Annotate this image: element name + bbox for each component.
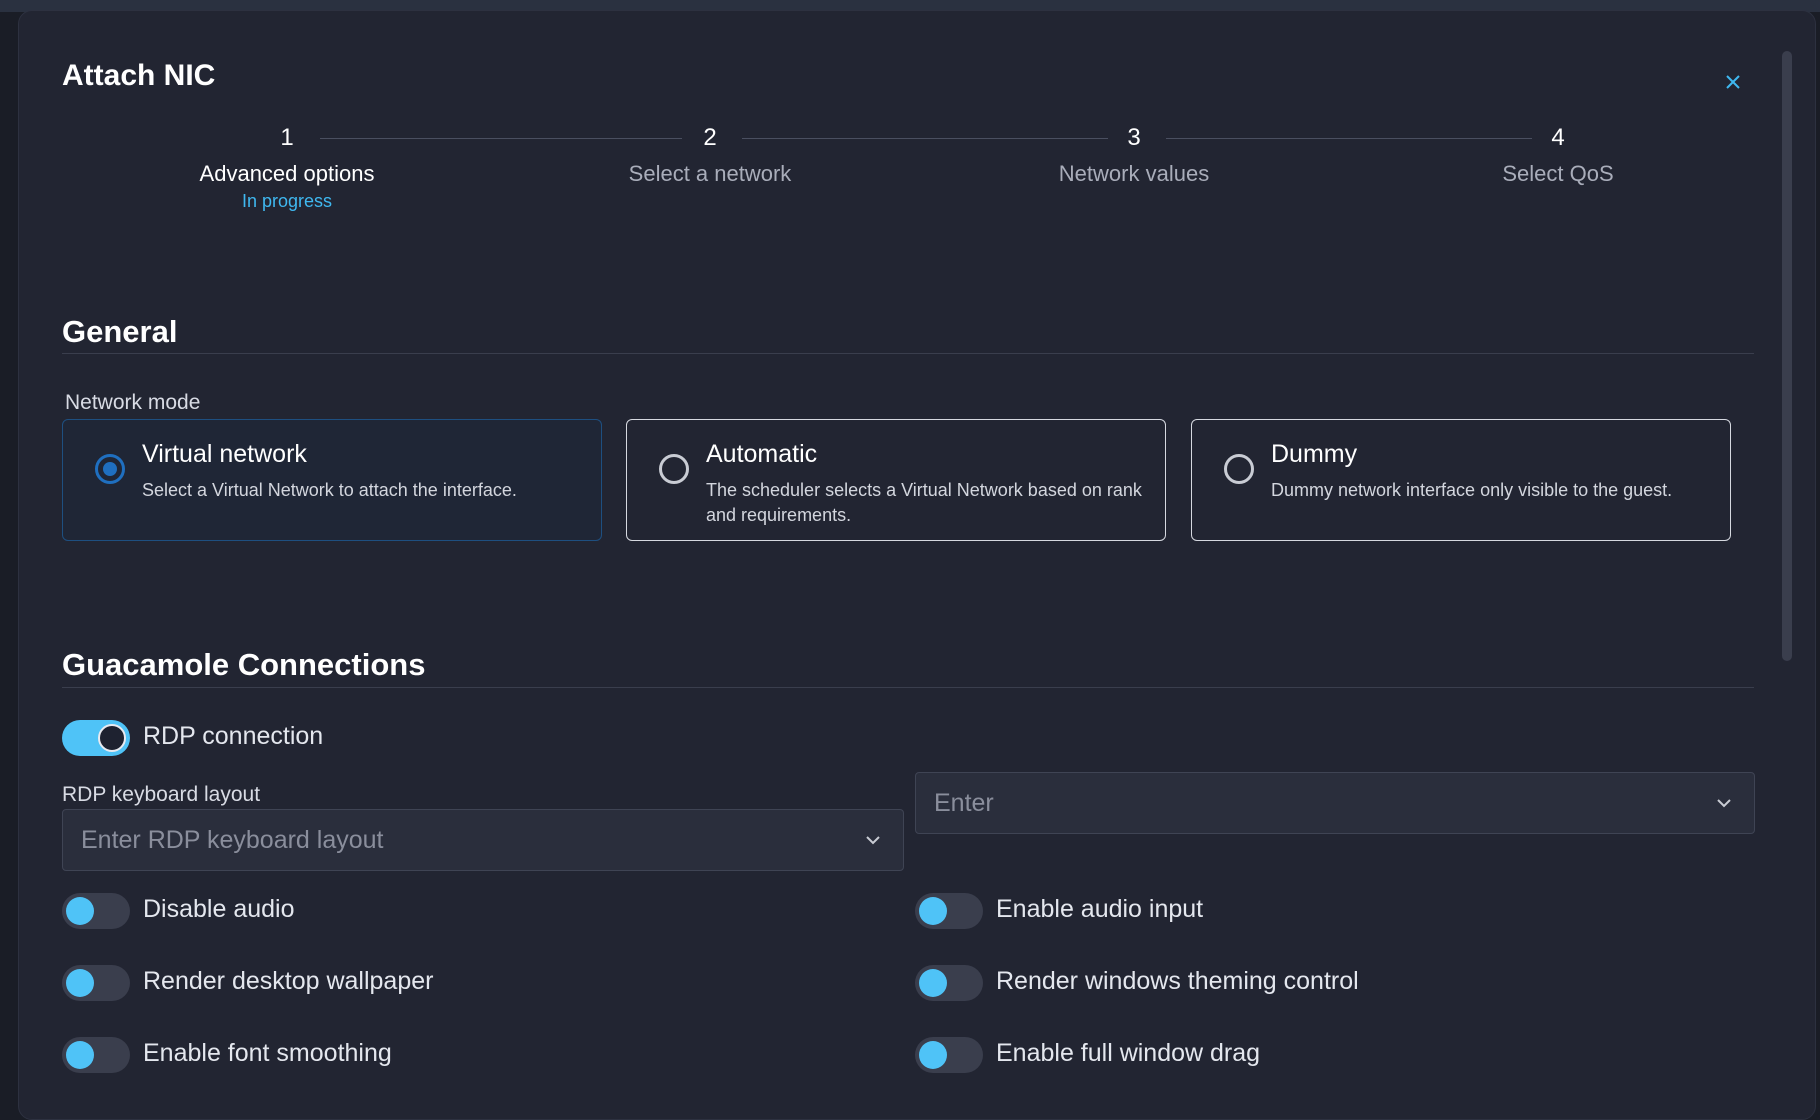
enable-font-smoothing-toggle[interactable] (62, 1037, 130, 1073)
render-windows-theming-toggle[interactable] (915, 965, 983, 1001)
attach-nic-dialog: Attach NIC 1 Advanced options In progres… (18, 10, 1816, 1120)
toggle-label: RDP connection (143, 722, 324, 750)
toggle-label: Enable font smoothing (143, 1039, 392, 1067)
radio-button[interactable] (659, 454, 689, 484)
step-number: 4 (1551, 124, 1565, 151)
close-icon[interactable] (1719, 71, 1747, 99)
mode-card-dummy[interactable]: Dummy Dummy network interface only visib… (1191, 419, 1731, 541)
step-advanced-options[interactable]: 1 Advanced options In progress (117, 123, 457, 212)
toggle-knob (66, 969, 94, 997)
toggle-knob (919, 897, 947, 925)
mode-description: Dummy network interface only visible to … (1271, 480, 1673, 500)
rdp-connection-toggle[interactable] (62, 720, 130, 756)
step-label: Advanced options (199, 161, 375, 186)
select-placeholder: Enter (934, 789, 994, 817)
dialog-title: Attach NIC (62, 59, 216, 92)
mode-title: Virtual network (142, 440, 307, 468)
mode-description: Select a Virtual Network to attach the i… (142, 480, 517, 500)
rdp-keyboard-label: RDP keyboard layout (62, 783, 261, 806)
radio-button[interactable] (1224, 454, 1254, 484)
toggle-label: Render desktop wallpaper (143, 967, 434, 995)
step-label: Network values (1058, 161, 1210, 186)
section-divider (62, 353, 1754, 354)
chevron-down-icon (866, 836, 880, 845)
toggle-label: Render windows theming control (996, 967, 1359, 995)
render-desktop-wallpaper-toggle[interactable] (62, 965, 130, 1001)
toggle-label: Enable full window drag (996, 1039, 1261, 1067)
stepper: 1 Advanced options In progress 2 Select … (62, 123, 1752, 223)
guacamole-section-title: Guacamole Connections (62, 647, 426, 682)
step-number: 3 (1127, 124, 1141, 151)
toggle-knob (919, 969, 947, 997)
step-label: Select QoS (1502, 161, 1614, 186)
enter-select[interactable]: Enter (915, 772, 1755, 834)
step-status: In progress (241, 191, 333, 211)
toggle-label: Disable audio (143, 895, 295, 923)
mode-description: The scheduler selects a Virtual Network … (706, 480, 1142, 525)
chevron-down-icon (1717, 799, 1731, 808)
mode-card-automatic[interactable]: Automatic The scheduler selects a Virtua… (626, 419, 1166, 541)
toggle-knob (66, 1041, 94, 1069)
network-mode-label: Network mode (65, 391, 201, 414)
enable-audio-input-toggle[interactable] (915, 893, 983, 929)
mode-card-virtual-network[interactable]: Virtual network Select a Virtual Network… (62, 419, 602, 541)
step-select-qos[interactable]: 4 Select QoS (1388, 123, 1728, 187)
step-number: 2 (703, 124, 717, 151)
rdp-keyboard-select[interactable]: Enter RDP keyboard layout (62, 809, 904, 871)
section-divider (62, 687, 1754, 688)
toggle-knob (919, 1041, 947, 1069)
step-label: Select a network (628, 161, 792, 186)
toggle-knob (98, 724, 126, 752)
scrollbar[interactable] (1782, 51, 1792, 661)
mode-title: Dummy (1271, 440, 1358, 468)
select-placeholder: Enter RDP keyboard layout (81, 826, 384, 854)
step-select-network[interactable]: 2 Select a network (540, 123, 880, 187)
mode-title: Automatic (706, 440, 818, 468)
close-icon-svg (1726, 75, 1740, 89)
general-section-title: General (62, 314, 178, 349)
enable-full-window-drag-toggle[interactable] (915, 1037, 983, 1073)
step-network-values[interactable]: 3 Network values (964, 123, 1304, 187)
toggle-label: Enable audio input (996, 895, 1204, 923)
disable-audio-toggle[interactable] (62, 893, 130, 929)
toggle-knob (66, 897, 94, 925)
step-number: 1 (280, 124, 294, 151)
radio-button[interactable] (95, 454, 125, 484)
